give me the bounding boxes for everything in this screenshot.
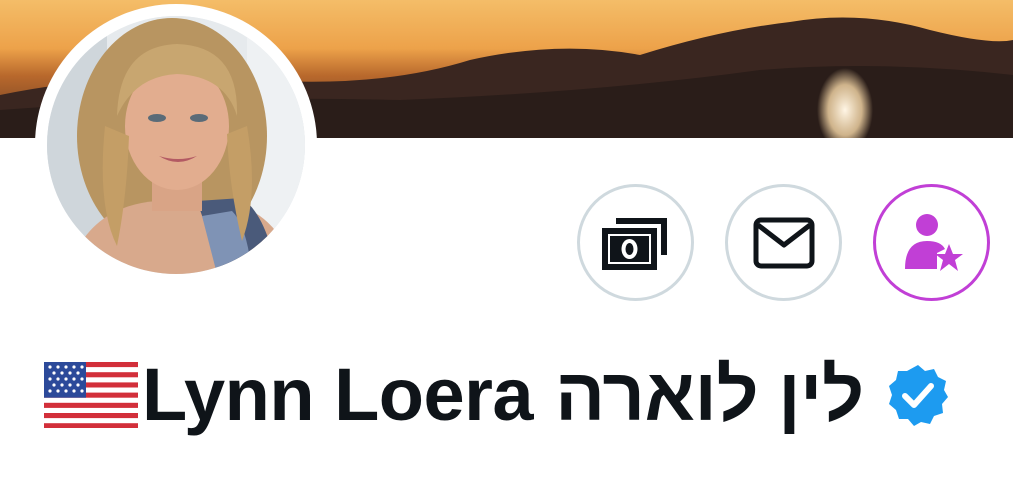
us-flag-icon [44,362,138,428]
avatar-photo [47,16,305,274]
money-icon [601,217,667,270]
profile-avatar[interactable] [35,4,317,286]
profile-name-row: Lynn Loera לין לוארה [44,350,1004,440]
display-name-latin: Lynn Loera [142,353,534,436]
subscribe-button[interactable] [873,184,990,301]
envelope-icon [753,217,814,268]
person-star-icon [904,213,963,271]
send-message-button[interactable] [725,184,842,301]
verified-badge-icon[interactable] [886,363,950,427]
send-tip-button[interactable] [577,184,694,301]
display-name-hebrew: לין לוארה [555,353,864,436]
